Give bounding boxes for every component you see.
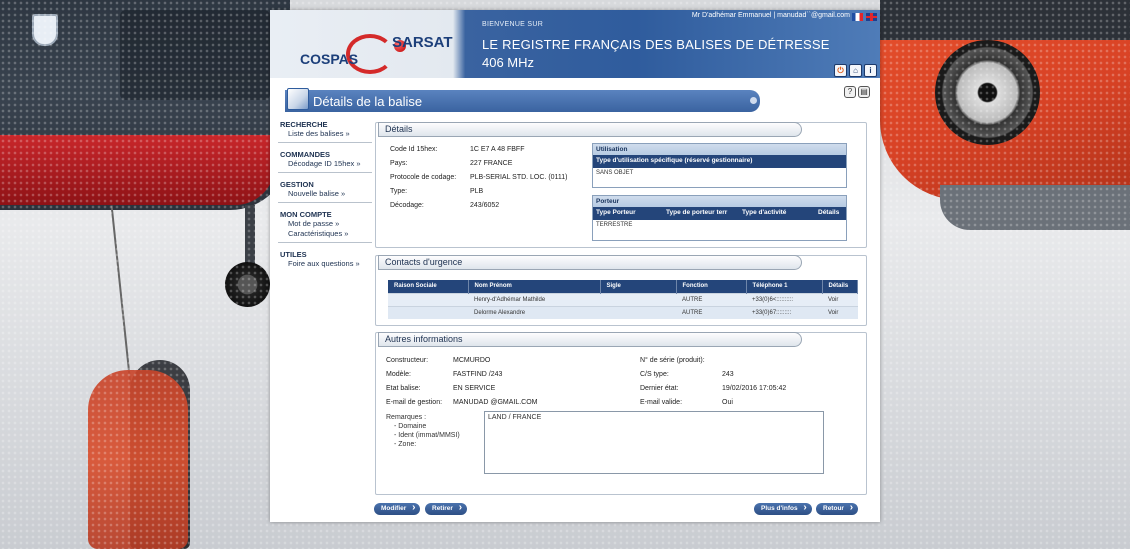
field-pays: Pays: 227 FRANCE xyxy=(390,160,513,167)
logout-icon[interactable]: ⏻ xyxy=(834,64,847,77)
field-code-id: Code Id 15hex: 1C E7 A 48 FBFF xyxy=(390,146,525,153)
field-cs-type: C/S type: 243 xyxy=(640,371,734,378)
menu-item-caracteristiques[interactable]: Caractéristiques » xyxy=(280,229,370,239)
details-section-title: Détails xyxy=(378,122,802,137)
site-title: LE REGISTRE FRANÇAIS DES BALISES DE DÉTR… xyxy=(482,37,830,52)
logo-cospas-text: COSPAS xyxy=(300,51,359,67)
field-type: Type: PLB xyxy=(390,188,484,195)
main-panel: COSPAS SARSAT BIENVENUE SUR LE REGISTRE … xyxy=(270,10,880,522)
menu-group-commandes: COMMANDES xyxy=(280,150,330,159)
field-email-valide: E-mail valide: Oui xyxy=(640,399,733,406)
menu-item-mot-de-passe[interactable]: Mot de passe » xyxy=(280,219,370,229)
user-info: Mr D'adhémar Emmanuel | manudad``@gmail.… xyxy=(691,12,850,19)
porteur-col-activite: Type d'activité xyxy=(742,209,787,216)
cospas-sarsat-logo[interactable]: COSPAS SARSAT xyxy=(298,20,468,74)
field-modele: Modèle: FASTFIND /243 xyxy=(386,371,503,378)
utilisation-title: Utilisation xyxy=(593,144,846,155)
porteur-row: TERRESTRE xyxy=(596,222,633,228)
porteur-title: Porteur xyxy=(593,196,846,207)
page-title: Détails de la balise xyxy=(313,94,423,109)
book-icon xyxy=(287,88,309,110)
voir-link[interactable]: Voir xyxy=(822,305,858,319)
menu-item-faq[interactable]: Foire aux questions » xyxy=(280,259,370,269)
menu-group-gestion: GESTION xyxy=(280,180,314,189)
porteur-col-details: Détails xyxy=(818,209,840,216)
welcome-text: BIENVENUE SUR xyxy=(482,21,544,28)
retirer-button[interactable]: Retirer xyxy=(425,502,467,515)
field-numero-serie: N° de série (produit): xyxy=(640,357,705,364)
remarks-label-block: Remarques : - Domaine - Ident (immat/MMS… xyxy=(386,414,460,448)
utilisation-value: SANS OBJET xyxy=(596,170,634,176)
field-decodage: Décodage: 243/6052 xyxy=(390,202,500,209)
col-nom-prenom: Nom Prénom xyxy=(468,280,601,293)
field-protocole: Protocole de codage: PLB-SERIAL STD. LOC.… xyxy=(390,174,568,181)
field-etat-balise: Etat balise: EN SERVICE xyxy=(386,385,496,392)
menu-item-decodage[interactable]: Décodage ID 15hex » xyxy=(280,159,370,169)
menu-item-nouvelle-balise[interactable]: Nouvelle balise » xyxy=(280,189,370,199)
contacts-section-title: Contacts d'urgence xyxy=(378,255,802,270)
menu-group-utiles: UTILES xyxy=(280,250,307,259)
details-section: Détails Code Id 15hex: 1C E7 A 48 FBFF Pa… xyxy=(375,122,867,248)
field-dernier-etat: Dernier état: 19/02/2016 17:05:42 xyxy=(640,385,787,392)
print-icon[interactable]: ▤ xyxy=(858,86,870,98)
help-icon[interactable]: ? xyxy=(844,86,856,98)
porteur-col-type: Type Porteur xyxy=(596,209,636,216)
porteur-box: Porteur Type Porteur Type de porteur ter… xyxy=(592,195,847,241)
info-icon[interactable]: i xyxy=(864,64,877,77)
utilisation-header: Type d'utilisation spécifique (réservé g… xyxy=(593,155,846,168)
col-sigle: Sigle xyxy=(600,280,677,293)
table-row: Delorme Alexandre AUTRE +33(0)67::::::::… xyxy=(388,305,858,319)
contacts-table: Raison Sociale Nom Prénom Sigle Fonction… xyxy=(388,280,858,319)
autres-section-title: Autres informations xyxy=(378,332,802,347)
table-row: Henry-d'Adhémar Mathilde AUTRE +33(0)6<:… xyxy=(388,292,858,306)
header-banner: COSPAS SARSAT BIENVENUE SUR LE REGISTRE … xyxy=(270,10,880,78)
col-raison-sociale: Raison Sociale xyxy=(388,280,469,293)
utilisation-box: Utilisation Type d'utilisation spécifiqu… xyxy=(592,143,847,188)
page-title-bar: Détails de la balise xyxy=(285,88,760,112)
logo-sarsat-text: SARSAT xyxy=(392,34,453,51)
menu-group-mon-compte: MON COMPTE xyxy=(280,210,332,219)
french-flag-icon[interactable] xyxy=(852,13,863,21)
menu-group-recherche: RECHERCHE xyxy=(280,120,328,129)
remarks-textarea[interactable]: LAND / FRANCE xyxy=(484,411,824,474)
col-telephone: Téléphone 1 xyxy=(746,280,823,293)
site-subtitle: 406 MHz xyxy=(482,55,535,70)
english-flag-icon[interactable] xyxy=(866,13,877,21)
home-icon[interactable]: ⌂ xyxy=(849,64,862,77)
voir-link[interactable]: Voir xyxy=(822,292,858,306)
autres-section: Autres informations Constructeur: MCMURDO… xyxy=(375,332,867,495)
field-constructeur: Constructeur: MCMURDO xyxy=(386,357,491,364)
menu-item-liste-balises[interactable]: Liste des balises » xyxy=(280,129,370,139)
retour-button[interactable]: Retour xyxy=(816,502,858,515)
contacts-section: Contacts d'urgence Raison Sociale Nom Pr… xyxy=(375,255,867,326)
modifier-button[interactable]: Modifier xyxy=(374,502,421,515)
col-fonction: Fonction xyxy=(676,280,747,293)
plus-infos-button[interactable]: Plus d'infos xyxy=(754,502,812,515)
porteur-col-type-terr: Type de porteur terr xyxy=(666,209,728,216)
col-details: Détails xyxy=(822,280,858,293)
left-menu: RECHERCHE Liste des balises » COMMANDES … xyxy=(278,118,372,277)
field-email-gestion: E-mail de gestion: MANUDAD @GMAIL.COM xyxy=(386,399,538,406)
